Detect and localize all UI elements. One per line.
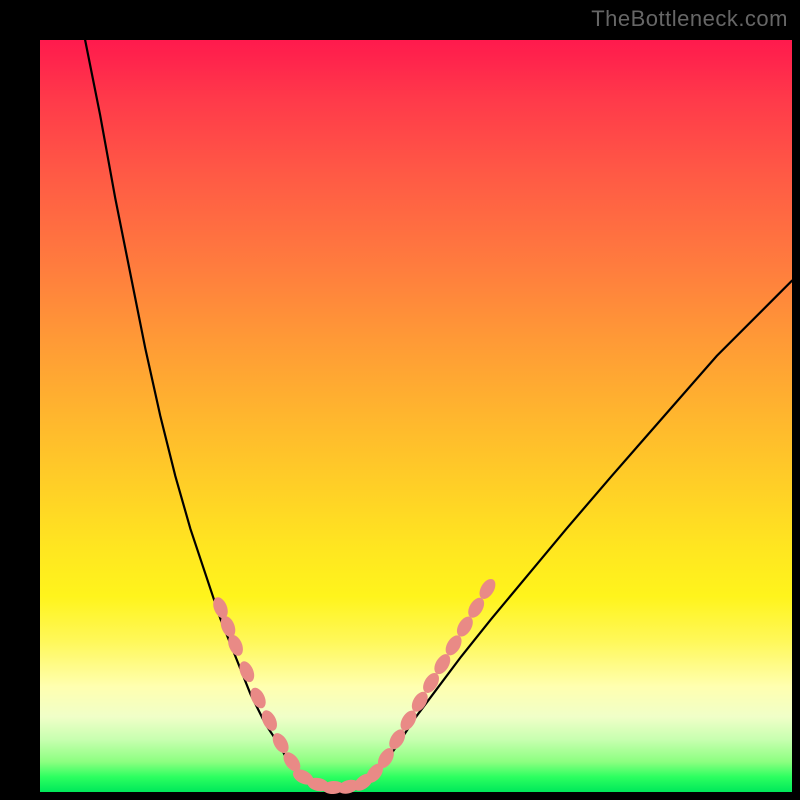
highlight-marker	[247, 685, 268, 710]
curve-left-branch	[85, 40, 303, 777]
curve-layer	[40, 40, 792, 792]
plot-area	[40, 40, 792, 792]
highlight-marker	[236, 659, 257, 684]
highlight-marker	[259, 708, 280, 733]
curve-right-branch	[371, 281, 792, 777]
watermark-text: TheBottleneck.com	[591, 6, 788, 32]
chart-frame: TheBottleneck.com	[0, 0, 800, 800]
highlight-markers	[210, 576, 498, 796]
